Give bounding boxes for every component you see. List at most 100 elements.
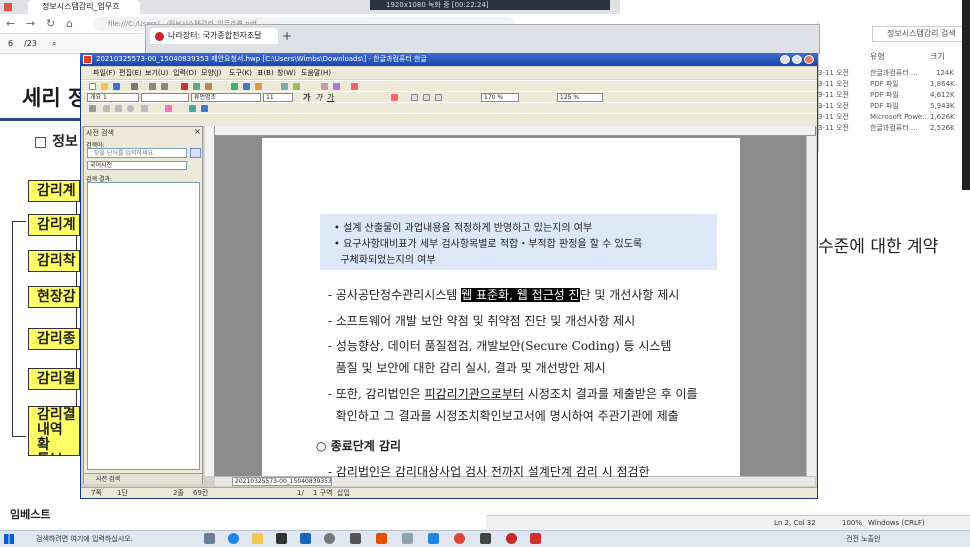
font-lang-select[interactable] — [141, 93, 189, 102]
font-select[interactable]: 휴먼명조 — [191, 93, 261, 102]
horizontal-ruler[interactable] — [215, 126, 815, 136]
line-icon[interactable] — [103, 105, 110, 112]
menu-help[interactable]: 도움말(H) — [301, 67, 331, 79]
menu-tools[interactable]: 도구(K) — [229, 67, 252, 79]
menu-insert[interactable]: 입력(D) — [173, 67, 197, 79]
ppt-icon[interactable] — [351, 83, 358, 90]
cut-icon[interactable] — [181, 83, 188, 90]
panel-results-list[interactable] — [87, 182, 200, 470]
explorer-row[interactable]: 3-11 오전 PDF 파일 5,943K — [818, 101, 966, 112]
settings-icon[interactable] — [324, 533, 335, 544]
recorder-icon[interactable] — [506, 533, 517, 544]
shape-icon[interactable] — [333, 83, 340, 90]
align-right-icon[interactable] — [435, 94, 442, 101]
row-type: PDF 파일 — [870, 102, 899, 110]
panel-search-input[interactable]: 찾을 단어를 입력하세요. — [87, 148, 187, 158]
file-explorer-icon[interactable] — [252, 533, 263, 544]
panel-close-icon[interactable]: × — [194, 127, 201, 136]
pdf-page-number[interactable]: 6 — [8, 34, 13, 54]
vertical-scrollbar[interactable] — [806, 136, 816, 476]
middle-browser-tab[interactable]: 나라장터: 국가종합전자조달 — [150, 28, 278, 44]
line-spacing-select[interactable]: 125 % — [557, 93, 603, 102]
close-icon[interactable] — [804, 55, 814, 64]
arc-icon[interactable] — [141, 105, 148, 112]
hwp-toolbar-format: 개요 1 휴먼명조 11 가 가 가 170 % 125 % — [81, 91, 817, 102]
chart-icon[interactable] — [243, 83, 250, 90]
fill-color-icon[interactable] — [189, 105, 196, 112]
paste-icon[interactable] — [205, 83, 212, 90]
edge-icon[interactable] — [228, 533, 239, 544]
font-size-select[interactable]: 11 — [263, 93, 293, 102]
menu-edit[interactable]: 편집(E) — [119, 67, 142, 79]
menu-format[interactable]: 모양(J) — [201, 67, 221, 79]
dictionary-select[interactable]: 국어사전 — [87, 161, 187, 170]
align-center-icon[interactable] — [423, 94, 430, 101]
vertical-ruler[interactable] — [205, 126, 215, 476]
search-app-icon[interactable] — [350, 533, 361, 544]
store-icon[interactable] — [276, 533, 287, 544]
panel-tab-bar[interactable]: 사전 검색 — [84, 473, 202, 484]
system-tray[interactable]: 건전 노출인 — [786, 532, 966, 546]
col-type[interactable]: 유형 — [870, 51, 885, 62]
document-page[interactable] — [262, 138, 740, 478]
chrome-icon[interactable] — [454, 533, 465, 544]
font-color-icon[interactable] — [391, 94, 398, 101]
document-tab[interactable]: 20210325573-00_15040839353 제... — [232, 477, 332, 486]
print-icon[interactable] — [131, 83, 138, 90]
col-size[interactable]: 크기 — [930, 51, 945, 62]
explorer-search-input[interactable]: 정보시스템감리 검색 — [872, 26, 966, 42]
body-text: - 또한, 감리법인은 — [328, 387, 425, 401]
screen-tool-strip[interactable] — [962, 0, 970, 190]
spellcheck-icon[interactable] — [293, 83, 300, 90]
menu-window[interactable]: 창(W) — [277, 67, 296, 79]
image-icon[interactable] — [255, 83, 262, 90]
minimize-icon[interactable] — [780, 55, 790, 64]
new-tab-icon[interactable]: + — [282, 29, 292, 43]
explorer-row[interactable]: 3-11 오전 PDF 파일 4,612K — [818, 90, 966, 101]
explorer-row[interactable]: 3-11 오전 PDF 파일 1,864K — [818, 79, 966, 90]
menu-table[interactable]: 표(B) — [257, 67, 274, 79]
open-folder-icon[interactable] — [101, 83, 108, 90]
windows-start-icon[interactable] — [4, 534, 14, 544]
redo-icon[interactable] — [161, 83, 168, 90]
menu-view[interactable]: 보기(U) — [145, 67, 168, 79]
app-icon[interactable] — [480, 533, 491, 544]
maximize-icon[interactable] — [792, 55, 802, 64]
home-icon[interactable]: ⌂ — [66, 17, 73, 30]
style-icon[interactable] — [321, 83, 328, 90]
back-browser-tab[interactable]: 정보시스템감리_업무흐 — [28, 0, 140, 14]
explorer-row[interactable]: 3-11 오전 한글과컴퓨터 ... 2,526K — [818, 123, 966, 134]
task-view-icon[interactable] — [204, 533, 215, 544]
forward-arrow-icon[interactable]: → — [26, 17, 35, 30]
new-document-icon[interactable] — [89, 83, 96, 90]
taskbar-search-box[interactable]: 검색하려면 여기에 입력하십시오. — [24, 532, 194, 546]
row-size: 124K — [936, 69, 954, 77]
line-color-icon[interactable] — [201, 105, 208, 112]
back-arrow-icon[interactable]: ← — [6, 17, 15, 30]
panel-search-button[interactable] — [190, 148, 201, 158]
pdf-search-icon[interactable]: ⌕ — [52, 34, 56, 54]
ellipse-icon[interactable] — [127, 105, 134, 112]
zoom-select[interactable]: 170 % — [481, 93, 519, 102]
find-icon[interactable] — [281, 83, 288, 90]
copy-icon[interactable] — [193, 83, 200, 90]
explorer-row[interactable]: 3-11 오전 한글과컴퓨터 ... 124K — [818, 68, 966, 79]
textbox-icon[interactable] — [165, 105, 172, 112]
panel-tab-dictionary[interactable]: 사전 검색 — [96, 476, 120, 483]
save-icon[interactable] — [113, 83, 120, 90]
explorer-row[interactable]: 3-11 오전 Microsoft Powe... 1,626K — [818, 112, 966, 123]
align-left-icon[interactable] — [411, 94, 418, 101]
reload-icon[interactable]: ↻ — [46, 17, 55, 30]
rectangle-icon[interactable] — [115, 105, 122, 112]
menu-file[interactable]: 파일(F) — [93, 67, 115, 79]
app-icon[interactable] — [428, 533, 439, 544]
recording-bar[interactable]: 1920x1080 녹화 중 [00:22:24] — [370, 0, 610, 10]
table-icon[interactable] — [231, 83, 238, 90]
draw-select-icon[interactable] — [89, 105, 96, 112]
style-select[interactable]: 개요 1 — [87, 93, 139, 102]
app-icon[interactable] — [402, 533, 413, 544]
office-icon[interactable] — [376, 533, 387, 544]
undo-icon[interactable] — [149, 83, 156, 90]
hwp-taskbar-icon[interactable] — [530, 533, 541, 544]
mail-icon[interactable] — [300, 533, 311, 544]
